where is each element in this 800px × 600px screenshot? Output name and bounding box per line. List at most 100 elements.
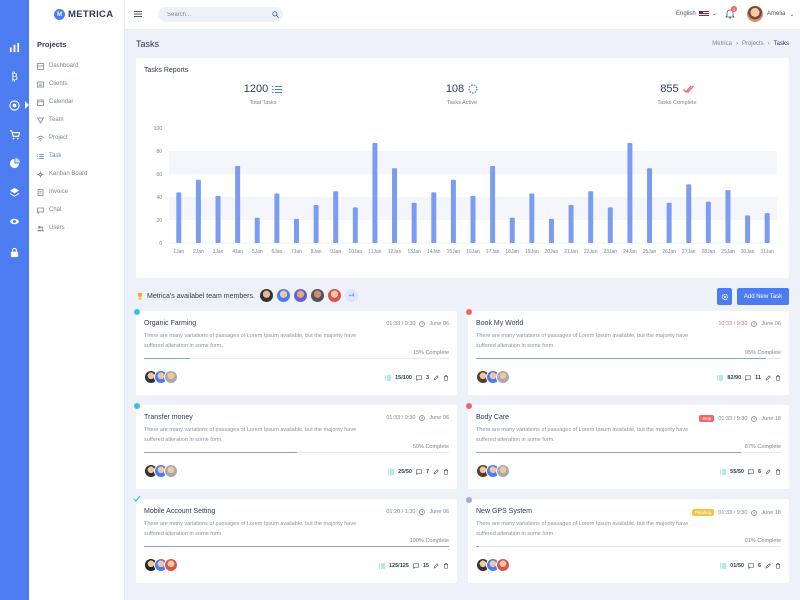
sidebar-item-invoice[interactable]: Invoice bbox=[37, 183, 87, 201]
task-card[interactable]: Transfer money 01:33 / 9:30 June 06 There a… bbox=[134, 403, 457, 489]
task-card[interactable]: Book My World 10:33 / 9:30 June 06 There ar… bbox=[466, 309, 789, 395]
settings-button[interactable] bbox=[717, 288, 732, 305]
breadcrumb-item[interactable]: Projects bbox=[742, 41, 764, 47]
add-new-task-button[interactable]: Add New Task bbox=[737, 288, 789, 305]
edit-icon[interactable] bbox=[433, 375, 439, 381]
layers-icon[interactable] bbox=[8, 186, 21, 199]
comment-icon[interactable] bbox=[412, 563, 419, 569]
x-tick-label: 21Jan bbox=[564, 249, 578, 255]
user-name: Amelia bbox=[767, 11, 786, 17]
sidebar-item-label: Kanban Board bbox=[49, 171, 88, 177]
comment-icon[interactable] bbox=[748, 469, 754, 475]
icon-rail: ₿ bbox=[0, 0, 29, 600]
search-icon[interactable] bbox=[272, 11, 279, 18]
sidebar-item-clients[interactable]: Clients bbox=[37, 75, 87, 93]
task-time: 01:33 / 9:30 bbox=[386, 415, 416, 421]
task-progress-label: 95% Complete bbox=[744, 350, 781, 356]
language-selector[interactable]: English ⌄ bbox=[676, 10, 717, 17]
gear-icon bbox=[721, 293, 728, 300]
task-title[interactable]: Book My World bbox=[476, 320, 523, 327]
edit-icon[interactable] bbox=[765, 563, 771, 569]
edit-icon[interactable] bbox=[765, 469, 771, 475]
sidebar-item-calendar[interactable]: Calendar bbox=[37, 93, 87, 111]
task-card[interactable]: Mobile Account Setting 01:20 / 1:30 June 0… bbox=[133, 495, 457, 583]
task-title[interactable]: New GPS System bbox=[476, 508, 532, 515]
avatar[interactable] bbox=[260, 289, 273, 302]
task-count: 82/90 bbox=[727, 375, 742, 381]
edit-icon[interactable] bbox=[433, 563, 439, 569]
sidebar-item-dashboard[interactable]: Dashboard bbox=[37, 57, 87, 75]
eye-icon[interactable] bbox=[8, 215, 21, 228]
sidebar-item-users[interactable]: Users bbox=[37, 219, 87, 237]
task-card[interactable]: Organic Farming 01:33 / 9:30 June 06 There … bbox=[134, 309, 457, 395]
task-card[interactable]: Body Care Stop 01:33 / 9:30 June 18 There ar… bbox=[466, 403, 789, 489]
language-label: English bbox=[676, 10, 696, 17]
comment-icon[interactable] bbox=[748, 563, 754, 569]
projects-icon[interactable] bbox=[8, 99, 21, 112]
team-label: Metrica's availabel team members. bbox=[147, 292, 255, 300]
task-title[interactable]: Organic Farming bbox=[144, 320, 196, 327]
cart-icon[interactable] bbox=[8, 128, 21, 141]
team-avatars: +4 bbox=[260, 289, 358, 302]
task-progress-fill bbox=[144, 452, 297, 453]
avatar[interactable] bbox=[496, 464, 510, 478]
sidebar-title: Projects bbox=[37, 40, 67, 49]
sidebar-item-team[interactable]: Team bbox=[37, 111, 87, 129]
avatar[interactable] bbox=[496, 558, 510, 572]
lock-icon[interactable] bbox=[8, 246, 21, 259]
comment-icon[interactable] bbox=[416, 469, 422, 475]
task-description: There are many variations of passages of… bbox=[476, 333, 689, 349]
task-members bbox=[476, 370, 510, 384]
analytics-icon[interactable] bbox=[8, 41, 21, 54]
more-members-badge[interactable]: +4 bbox=[345, 289, 358, 302]
avatar[interactable] bbox=[311, 289, 324, 302]
status-dot bbox=[466, 497, 472, 503]
avatar[interactable] bbox=[164, 558, 178, 572]
status-dot bbox=[466, 403, 472, 409]
comment-icon[interactable] bbox=[745, 375, 752, 381]
task-date: June 06 bbox=[761, 321, 781, 327]
task-title[interactable]: Mobile Account Setting bbox=[144, 508, 215, 515]
stat-tasks-complete: 855 Tasks Complete bbox=[617, 83, 737, 106]
sidebar-item-task[interactable]: Task bbox=[37, 147, 87, 165]
breadcrumb-item[interactable]: Metrica bbox=[712, 41, 732, 47]
task-card[interactable]: New GPS System Pending 01:33 / 9:30 June 18… bbox=[466, 497, 789, 583]
sidebar-item-chat[interactable]: Chat bbox=[37, 201, 87, 219]
logo[interactable]: M METRICA bbox=[54, 9, 113, 20]
search-input[interactable] bbox=[158, 7, 283, 22]
trash-icon[interactable] bbox=[443, 563, 449, 569]
bitcoin-icon[interactable]: ₿ bbox=[8, 70, 21, 83]
avatar[interactable] bbox=[496, 370, 510, 384]
trash-icon[interactable] bbox=[443, 375, 449, 381]
user-menu[interactable]: Amelia ⌄ bbox=[747, 6, 794, 22]
task-title[interactable]: Body Care bbox=[476, 414, 509, 421]
x-tick-label: 4Jan bbox=[232, 249, 243, 255]
edit-icon[interactable] bbox=[433, 469, 439, 475]
stat-label: Tasks Complete bbox=[657, 100, 697, 106]
x-tick-label: 2Jan bbox=[193, 249, 204, 255]
pie-chart-icon[interactable] bbox=[8, 157, 21, 170]
avatar[interactable] bbox=[164, 370, 178, 384]
comment-icon[interactable] bbox=[416, 375, 422, 381]
avatar[interactable] bbox=[164, 464, 178, 478]
trash-icon[interactable] bbox=[775, 563, 781, 569]
x-tick-label: 12Jan bbox=[388, 249, 402, 255]
hamburger-menu-icon[interactable] bbox=[134, 10, 142, 18]
bar-14Jan bbox=[431, 192, 437, 243]
avatar[interactable] bbox=[328, 289, 341, 302]
avatar[interactable] bbox=[277, 289, 290, 302]
bar-26Jan bbox=[666, 202, 672, 243]
task-members bbox=[144, 370, 178, 384]
task-date: June 18 bbox=[761, 509, 781, 516]
sidebar-item-kanban-board[interactable]: Kanban Board bbox=[37, 165, 87, 183]
trash-icon[interactable] bbox=[775, 375, 781, 381]
task-stats: 25/50 7 bbox=[388, 469, 449, 475]
trash-icon[interactable] bbox=[775, 469, 781, 475]
edit-icon[interactable] bbox=[765, 375, 771, 381]
task-title[interactable]: Transfer money bbox=[144, 414, 193, 421]
sidebar-item-project[interactable]: Project bbox=[37, 129, 87, 147]
task-meta: 01:33 / 9:30 June 06 bbox=[386, 321, 449, 327]
avatar[interactable] bbox=[294, 289, 307, 302]
task-description: There are many variations of passages of… bbox=[144, 427, 357, 443]
trash-icon[interactable] bbox=[443, 469, 449, 475]
